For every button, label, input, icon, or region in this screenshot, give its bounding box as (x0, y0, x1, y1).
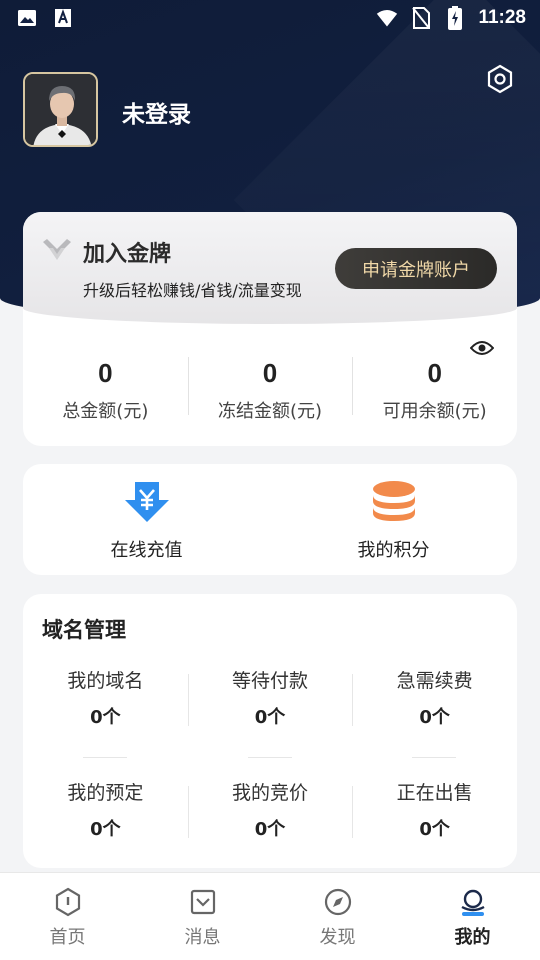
nav-home[interactable]: 首页 (0, 873, 135, 960)
quick-actions-card: 在线充值 我的积分 (23, 464, 517, 575)
domain-item-my-bids[interactable]: 我的竞价 0个 (187, 778, 353, 862)
domain-item-count: 0个 (90, 819, 121, 840)
apply-gold-account-button[interactable]: 申请金牌账户 (335, 248, 497, 289)
domain-item-label: 正在出售 (396, 782, 473, 804)
domain-item-count: 0个 (419, 707, 450, 728)
home-hexagon-icon (55, 887, 80, 917)
domain-item-my-domains[interactable]: 我的域名 0个 (23, 666, 188, 750)
stat-frozen[interactable]: 0 冻结金额(元) (187, 352, 353, 432)
nav-label: 发现 (319, 927, 356, 948)
gold-membership-card: 加入金牌 升级后轻松赚钱/省钱/流量变现 申请金牌账户 0 总金额(元) 0 冻… (23, 212, 517, 446)
domain-item-on-sale[interactable]: 正在出售 0个 (352, 778, 517, 862)
domain-item-label: 我的预定 (67, 782, 144, 804)
message-icon (190, 889, 215, 915)
domain-management-card: 域名管理 我的域名 0个 等待付款 0个 急需续费 0个 我的预定 0个 我的竞… (23, 594, 517, 868)
nav-label: 消息 (184, 927, 221, 948)
nav-discover[interactable]: 发现 (270, 873, 405, 960)
stat-label: 可用余额(元) (382, 401, 487, 422)
stat-value: 0 (427, 358, 442, 388)
stat-label: 冻结金额(元) (217, 401, 323, 422)
nav-messages[interactable]: 消息 (135, 873, 270, 960)
clock: 11:28 (478, 7, 526, 28)
compass-icon (324, 888, 351, 916)
domain-item-my-reservations[interactable]: 我的预定 0个 (23, 778, 188, 862)
settings-button[interactable] (485, 64, 515, 94)
domain-item-label: 我的域名 (67, 670, 144, 692)
gold-badge-icon (43, 239, 71, 260)
balance-stats: 0 总金额(元) 0 冻结金额(元) 0 可用余额(元) (23, 352, 517, 432)
profile-icon (460, 889, 485, 916)
battery-charging-icon (444, 6, 466, 30)
nav-profile[interactable]: 我的 (405, 873, 540, 960)
domain-item-count: 0个 (254, 707, 286, 728)
coin-stack-icon (372, 481, 415, 521)
stat-total[interactable]: 0 总金额(元) (23, 352, 188, 432)
bottom-navigation: 首页 消息 发现 我的 (0, 872, 540, 960)
quick-label: 我的积分 (357, 540, 430, 561)
row-divider (248, 757, 292, 758)
domain-item-label: 等待付款 (232, 670, 309, 692)
stat-value: 0 (262, 358, 278, 388)
nav-label: 首页 (49, 927, 86, 948)
stat-label: 总金额(元) (62, 401, 149, 422)
quick-label: 在线充值 (110, 540, 183, 561)
gold-title: 加入金牌 (83, 242, 172, 267)
domain-item-label: 我的竞价 (232, 782, 309, 804)
domain-item-renewal-due[interactable]: 急需续费 0个 (352, 666, 517, 750)
domain-item-count: 0个 (254, 819, 286, 840)
domain-item-label: 急需续费 (396, 670, 473, 692)
status-bar: 11:28 (0, 0, 540, 36)
stat-available[interactable]: 0 可用余额(元) (352, 352, 517, 432)
domain-item-count: 0个 (90, 707, 121, 728)
settings-hexagon-icon (487, 64, 513, 94)
domain-item-awaiting-payment[interactable]: 等待付款 0个 (187, 666, 353, 750)
no-sim-icon (410, 7, 432, 29)
gold-banner: 加入金牌 升级后轻松赚钱/省钱/流量变现 申请金牌账户 (23, 212, 517, 324)
avatar[interactable] (23, 72, 98, 147)
online-recharge-button[interactable]: 在线充值 (23, 464, 270, 575)
gold-subtitle: 升级后轻松赚钱/省钱/流量变现 (83, 281, 302, 300)
stat-value: 0 (98, 358, 113, 388)
my-points-button[interactable]: 我的积分 (270, 464, 517, 575)
nav-label: 我的 (454, 927, 491, 948)
image-icon (16, 7, 38, 29)
domain-item-count: 0个 (419, 819, 450, 840)
row-divider (412, 757, 456, 758)
section-title: 域名管理 (42, 618, 126, 642)
username[interactable]: 未登录 (122, 95, 191, 129)
row-divider (83, 757, 127, 758)
text-a-icon (52, 7, 74, 29)
yen-download-icon (124, 482, 169, 522)
wifi-icon (376, 7, 398, 29)
domain-grid: 我的域名 0个 等待付款 0个 急需续费 0个 我的预定 0个 我的竞价 0个 (23, 666, 517, 862)
